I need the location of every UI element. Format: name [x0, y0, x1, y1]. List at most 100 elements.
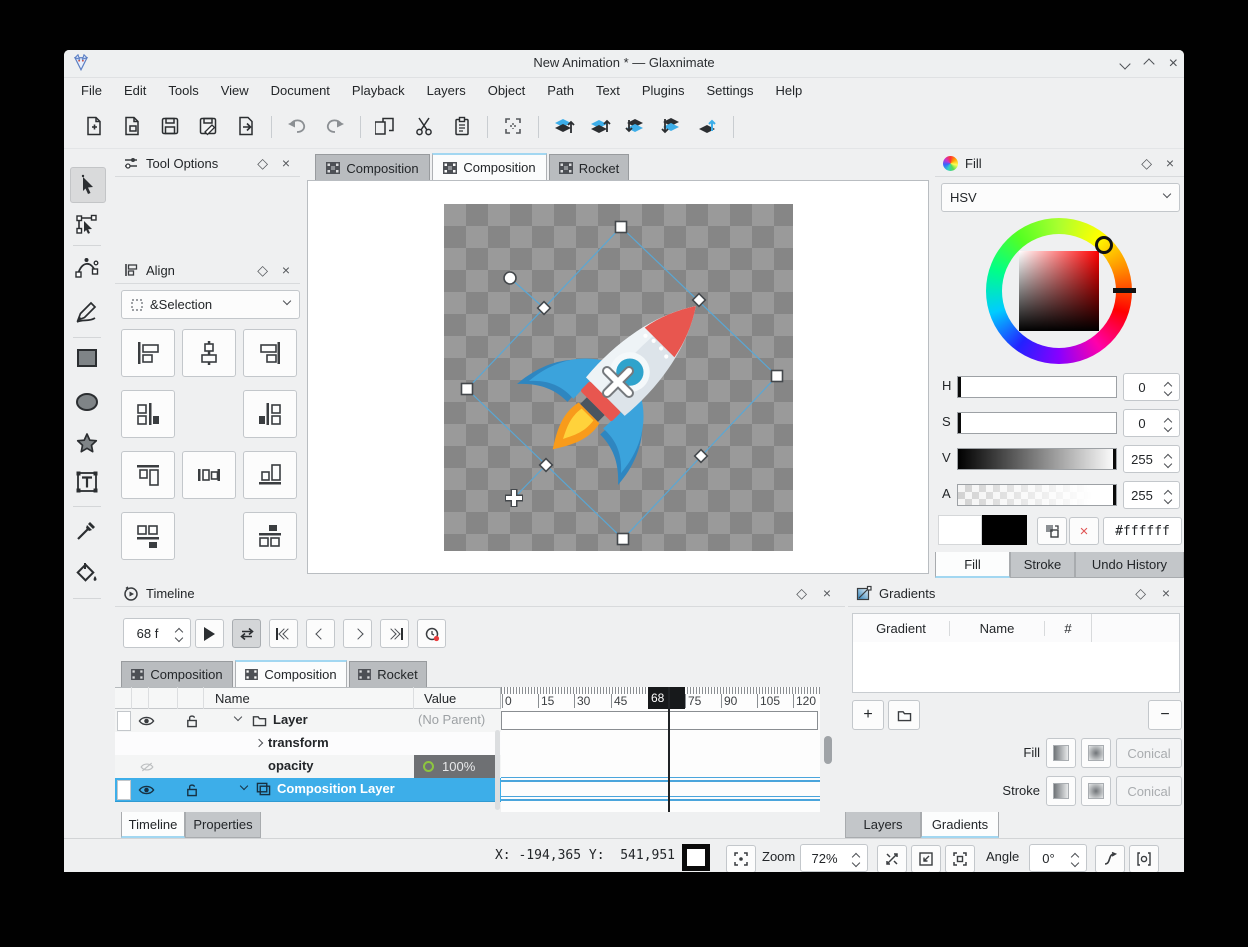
- align-vcenter-button[interactable]: [182, 451, 236, 499]
- alpha-slider[interactable]: [957, 484, 1117, 506]
- tab-fill[interactable]: Fill: [935, 552, 1010, 578]
- go-to-start-button[interactable]: [269, 619, 298, 648]
- alpha-spinbox[interactable]: 255: [1123, 481, 1180, 509]
- fill-linear-gradient-button[interactable]: [1046, 738, 1076, 768]
- star-tool-button[interactable]: [70, 427, 104, 461]
- select-tool-button[interactable]: [70, 167, 106, 203]
- clear-color-button[interactable]: ×: [1069, 517, 1099, 545]
- saturation-slider[interactable]: [957, 412, 1117, 434]
- color-picker-tool-button[interactable]: [70, 513, 104, 547]
- raise-to-top-button[interactable]: [551, 113, 577, 139]
- align-target-combo[interactable]: &Selection: [121, 290, 300, 319]
- current-color-indicator[interactable]: [682, 844, 710, 871]
- menu-edit[interactable]: Edit: [113, 77, 157, 104]
- unlocked-icon[interactable]: [185, 713, 199, 728]
- flip-view-button[interactable]: [1095, 845, 1125, 872]
- menu-playback[interactable]: Playback: [341, 77, 416, 104]
- bezier-tool-button[interactable]: [70, 251, 104, 285]
- align-right-outside-button[interactable]: [243, 390, 297, 438]
- opacity-value-cell[interactable]: 100%: [414, 755, 500, 778]
- frame-spinbox[interactable]: 68 f: [123, 618, 191, 648]
- play-button[interactable]: [195, 619, 224, 648]
- menu-settings[interactable]: Settings: [696, 77, 765, 104]
- align-hcenter-button[interactable]: [182, 329, 236, 377]
- composition-layer-row[interactable]: Composition Layer: [115, 778, 501, 802]
- float-panel-button[interactable]: ◇: [1135, 585, 1146, 601]
- menu-object[interactable]: Object: [477, 77, 537, 104]
- gradient-column-header[interactable]: Gradient: [853, 621, 949, 636]
- dock-tab-gradients[interactable]: Gradients: [921, 812, 999, 838]
- saturation-spinbox[interactable]: 0: [1123, 409, 1180, 437]
- record-button[interactable]: [417, 619, 446, 648]
- value-slider[interactable]: [957, 448, 1117, 470]
- lower-layer-button[interactable]: [623, 113, 649, 139]
- text-tool-button[interactable]: [70, 465, 104, 499]
- copy-button[interactable]: [373, 113, 399, 139]
- menu-tools[interactable]: Tools: [157, 77, 209, 104]
- rocket-artwork[interactable]: [444, 204, 793, 551]
- dock-tab-layers[interactable]: Layers: [845, 812, 921, 838]
- tracks-vertical-scrollbar[interactable]: [495, 730, 500, 810]
- float-panel-button[interactable]: ◇: [796, 585, 807, 601]
- menu-text[interactable]: Text: [585, 77, 631, 104]
- float-panel-button[interactable]: ◇: [257, 262, 268, 278]
- render-frame-button[interactable]: [1129, 845, 1159, 872]
- hue-ring-marker[interactable]: [1095, 236, 1113, 254]
- hue-slider[interactable]: [957, 376, 1117, 398]
- angle-spinbox[interactable]: 0°: [1029, 844, 1087, 872]
- align-right-button[interactable]: [243, 329, 297, 377]
- tab-stroke[interactable]: Stroke: [1010, 552, 1075, 578]
- visible-icon[interactable]: [138, 783, 155, 797]
- menu-help[interactable]: Help: [765, 77, 814, 104]
- fit-view-button[interactable]: [911, 845, 941, 872]
- save-button[interactable]: [157, 113, 183, 139]
- previous-frame-button[interactable]: [306, 619, 335, 648]
- close-panel-button[interactable]: ×: [823, 585, 831, 601]
- remove-gradient-button[interactable]: −: [1148, 700, 1182, 730]
- add-gradient-button[interactable]: +: [852, 700, 884, 730]
- menu-path[interactable]: Path: [536, 77, 585, 104]
- save-as-button[interactable]: [195, 113, 221, 139]
- timeline-tracks[interactable]: [501, 709, 820, 812]
- float-panel-button[interactable]: ◇: [1141, 155, 1152, 171]
- keyframe-indicator-icon[interactable]: [423, 761, 434, 772]
- swap-colors-button[interactable]: [1037, 517, 1067, 545]
- menu-document[interactable]: Document: [260, 77, 341, 104]
- playhead[interactable]: [668, 687, 670, 812]
- color-space-combo[interactable]: HSV: [941, 183, 1180, 212]
- unlocked-icon[interactable]: [185, 782, 199, 797]
- go-to-end-button[interactable]: [380, 619, 409, 648]
- close-button[interactable]: ×: [1169, 55, 1178, 73]
- paste-button[interactable]: [449, 113, 475, 139]
- menu-view[interactable]: View: [210, 77, 260, 104]
- close-panel-button[interactable]: ×: [1162, 585, 1170, 601]
- menu-file[interactable]: File: [70, 77, 113, 104]
- select-all-button[interactable]: [500, 113, 526, 139]
- align-top-button[interactable]: [121, 451, 175, 499]
- canvas-viewport[interactable]: [307, 180, 929, 574]
- name-column-header[interactable]: Name: [949, 621, 1044, 636]
- close-panel-button[interactable]: ×: [1166, 155, 1174, 171]
- stroke-linear-gradient-button[interactable]: [1046, 776, 1076, 806]
- titlebar[interactable]: New Animation * — Glaxnimate ×: [64, 50, 1184, 78]
- name-column-header[interactable]: Name: [215, 691, 250, 706]
- align-bottom-outside-button[interactable]: [121, 512, 175, 560]
- align-left-button[interactable]: [121, 329, 175, 377]
- float-panel-button[interactable]: ◇: [257, 155, 268, 171]
- raise-layer-button[interactable]: [587, 113, 613, 139]
- hue-spinbox[interactable]: 0: [1123, 373, 1180, 401]
- panel-scrollbar[interactable]: [824, 736, 832, 764]
- value-spinbox[interactable]: 255: [1123, 445, 1180, 473]
- canvas-tab-rocket[interactable]: Rocket: [549, 154, 629, 181]
- open-file-button[interactable]: [119, 113, 145, 139]
- count-column-header[interactable]: #: [1044, 621, 1091, 636]
- loop-button[interactable]: [232, 619, 261, 648]
- dock-tab-timeline[interactable]: Timeline: [121, 812, 185, 838]
- layer-row[interactable]: Layer (No Parent): [115, 709, 501, 733]
- move-up-button[interactable]: [695, 113, 721, 139]
- reset-zoom-button[interactable]: [877, 845, 907, 872]
- maximize-button[interactable]: [1145, 56, 1153, 71]
- fill-tool-button[interactable]: [70, 556, 104, 590]
- hex-color-input[interactable]: [1103, 517, 1182, 545]
- saturation-value-box[interactable]: [1019, 251, 1099, 331]
